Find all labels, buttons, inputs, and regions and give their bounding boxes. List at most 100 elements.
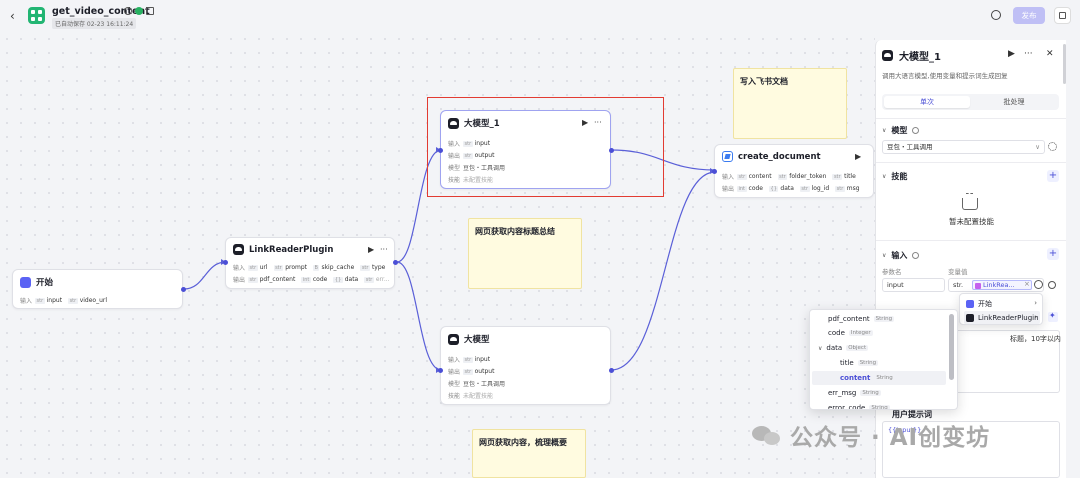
tab-batch[interactable]: 批处理 xyxy=(971,96,1057,108)
input-port[interactable] xyxy=(712,169,717,174)
skills-section-header[interactable]: ∨ 技能 xyxy=(882,171,907,182)
param-tag: {} data xyxy=(769,185,794,192)
input-port[interactable] xyxy=(438,148,443,153)
param-tag: str folder_token xyxy=(777,173,827,180)
start-node[interactable]: 开始 输入 str input str video_url xyxy=(12,269,186,309)
panel-scrollbar[interactable] xyxy=(1063,44,1066,84)
document-icon xyxy=(722,151,733,162)
row-label: 输入 xyxy=(448,141,461,148)
autosave-status: 已自动保存 02-23 16:11:24 xyxy=(52,18,137,29)
row-label: 输出 xyxy=(233,277,246,284)
field-type: String xyxy=(857,360,879,366)
back-icon[interactable]: ‹ xyxy=(10,9,22,23)
model-select[interactable]: 豆包・工具调用 ∨ xyxy=(882,140,1045,154)
param-tag: str msg xyxy=(835,185,860,192)
output-port[interactable] xyxy=(609,148,614,153)
run-icon[interactable]: ▶ xyxy=(368,245,374,254)
remove-input-icon[interactable] xyxy=(1048,281,1056,289)
model-settings-icon[interactable] xyxy=(1048,142,1057,151)
input-port[interactable] xyxy=(223,260,228,265)
param-tag: str video_url xyxy=(68,297,108,304)
linkreader-node[interactable]: LinkReaderPlugin ▶ ··· 输入 str url str prom… xyxy=(223,237,398,289)
note-feishu[interactable]: 写入飞书文档 xyxy=(733,68,847,139)
skill-value: 未配置技能 xyxy=(463,393,494,400)
popover-scrollbar[interactable] xyxy=(949,314,954,380)
field-option[interactable]: code Integer xyxy=(812,326,946,340)
field-option[interactable]: err_msg String xyxy=(812,386,946,400)
field-option[interactable]: error_code String xyxy=(812,401,946,409)
field-option-selected[interactable]: content String xyxy=(812,371,946,385)
info-icon[interactable] xyxy=(124,7,132,15)
plugin-icon xyxy=(233,244,244,255)
info-icon xyxy=(912,127,920,134)
param-tag: str err... xyxy=(364,276,390,283)
chip-clear-icon[interactable]: × xyxy=(1024,280,1030,288)
workflow-logo-icon xyxy=(28,7,45,24)
var-ref-chip[interactable]: LinkRea... xyxy=(972,280,1032,290)
field-name: content xyxy=(840,374,871,382)
ref-toggle-icon[interactable] xyxy=(1034,280,1043,289)
info-icon xyxy=(912,252,920,259)
input-port[interactable] xyxy=(438,368,443,373)
row-label: 模型 xyxy=(448,381,461,388)
history-icon[interactable] xyxy=(991,10,1001,20)
system-prompt-text: 标题，10字以内 xyxy=(1010,335,1061,343)
row-label: 模型 xyxy=(448,165,461,172)
edit-icon[interactable] xyxy=(146,7,154,15)
field-type: String xyxy=(873,316,895,322)
run-mode-tabs: 单次 批处理 xyxy=(882,94,1059,110)
tab-single[interactable]: 单次 xyxy=(884,96,970,108)
param-tag: str output xyxy=(463,152,495,159)
col-param-name: 参数名 xyxy=(882,268,902,276)
output-port[interactable] xyxy=(609,368,614,373)
node-option-start[interactable]: 开始 › xyxy=(964,297,1040,310)
row-label: 输入 xyxy=(233,265,246,272)
param-tag: int code xyxy=(301,276,328,283)
run-icon[interactable]: ▶ xyxy=(855,152,861,161)
panel-more-icon[interactable]: ··· xyxy=(1024,49,1033,59)
output-port[interactable] xyxy=(181,287,186,292)
note-summary-title[interactable]: 网页获取内容标题总结 xyxy=(468,218,582,289)
field-option[interactable]: pdf_content String xyxy=(812,312,946,326)
param-name-input[interactable]: input xyxy=(882,278,945,292)
section-label: 模型 xyxy=(891,126,908,135)
input-section-header[interactable]: ∨ 输入 xyxy=(882,250,920,261)
status-check-icon xyxy=(135,7,143,15)
run-icon[interactable]: ▶ xyxy=(1008,49,1015,59)
create-document-node[interactable]: create_document ▶ 输入 str content str folde… xyxy=(712,144,874,198)
model-section-header[interactable]: ∨ 模型 xyxy=(882,125,920,136)
field-type: String xyxy=(874,375,895,381)
field-option[interactable]: ∨ data Object xyxy=(812,341,946,355)
note-summary-outline[interactable]: 网页获取内容，梳理概要 xyxy=(472,429,586,478)
model-value: 豆包・工具调用 xyxy=(463,165,506,172)
param-tag: int code xyxy=(737,185,764,192)
chevron-down-icon: ∨ xyxy=(882,173,887,180)
chevron-right-icon: › xyxy=(1034,299,1037,307)
field-option[interactable]: title String xyxy=(812,356,946,370)
prompt-optimize-icon[interactable] xyxy=(1048,311,1058,322)
node-more-icon[interactable]: ··· xyxy=(594,118,602,127)
copy-icon xyxy=(1059,12,1066,19)
field-type: Object xyxy=(846,345,869,351)
param-tag: str pdf_content xyxy=(248,276,296,283)
node-option-linkreader[interactable]: LinkReaderPlugin › xyxy=(964,311,1040,324)
run-icon[interactable]: ▶ xyxy=(582,118,588,127)
param-tag: str type xyxy=(360,264,386,271)
add-skill-button[interactable]: + xyxy=(1047,170,1059,182)
output-port[interactable] xyxy=(393,260,398,265)
copy-button[interactable] xyxy=(1054,7,1071,24)
param-tag: str output xyxy=(463,368,495,375)
chevron-down-icon: ∨ xyxy=(1035,143,1040,151)
node-title: 大模型 xyxy=(464,335,490,345)
llm2-node[interactable]: 大模型 输入 str input 输出 str output 模型 豆包・工具调用 … xyxy=(438,326,614,405)
top-bar: ‹ get_video_content 已自动保存 02-23 16:11:24… xyxy=(0,0,1080,32)
publish-button[interactable]: 发布 xyxy=(1013,7,1045,24)
node-title: LinkReaderPlugin xyxy=(249,244,334,255)
field-name: code xyxy=(828,329,845,337)
llm1-node[interactable]: 大模型_1 ▶ ··· 输入 str input 输出 str output 模型 … xyxy=(438,110,614,189)
close-icon[interactable]: ✕ xyxy=(1046,49,1054,59)
add-input-button[interactable]: + xyxy=(1047,248,1059,260)
row-label: 技能 xyxy=(448,177,461,184)
chevron-right-icon: › xyxy=(1034,313,1037,321)
node-more-icon[interactable]: ··· xyxy=(380,245,388,254)
